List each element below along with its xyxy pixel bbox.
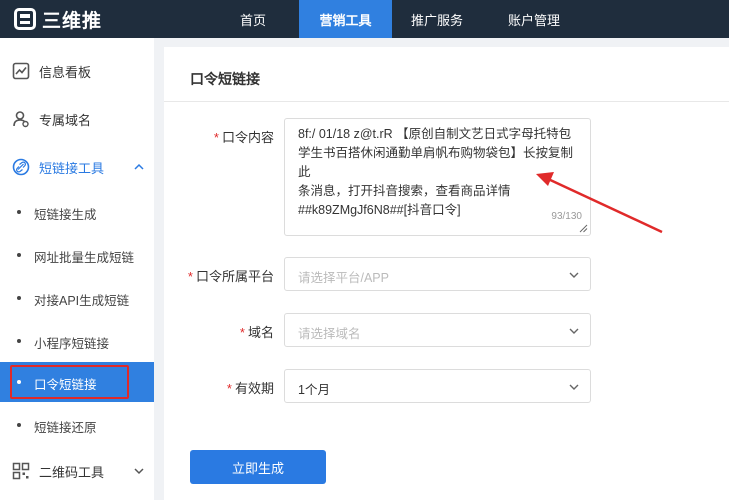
user-badge-icon — [13, 111, 29, 128]
platform-select[interactable]: 请选择平台/APP — [284, 257, 591, 291]
sidebar-item-label: 短链接工具 — [39, 160, 105, 176]
chevron-up-icon — [134, 163, 144, 170]
app-logo[interactable]: 三维推 — [14, 4, 102, 34]
nav-promotion-services[interactable]: 推广服务 — [392, 0, 482, 38]
sidebar-subitem-command-link[interactable]: 口令短链接 — [0, 362, 154, 402]
sidebar-item-dashboard[interactable]: 信息看板 — [0, 51, 154, 91]
sidebar-subitem-label: 短链接生成 — [34, 208, 97, 222]
bullet-icon — [17, 423, 21, 427]
top-navbar: 三维推 首页 营销工具 推广服务 账户管理 — [0, 0, 729, 38]
sidebar-subitem-batch-generate[interactable]: 网址批量生成短链 — [0, 235, 154, 275]
sidebar-item-label: 二维码工具 — [39, 464, 105, 480]
bullet-icon — [17, 339, 21, 343]
chevron-down-icon — [569, 384, 579, 390]
platform-select-placeholder: 请选择平台/APP — [298, 271, 389, 285]
nav-account-management[interactable]: 账户管理 — [490, 0, 578, 38]
chevron-down-icon — [134, 468, 144, 475]
chart-icon — [12, 62, 30, 80]
logo-icon — [14, 8, 36, 30]
bullet-icon — [17, 296, 21, 300]
domain-select-placeholder: 请选择域名 — [298, 327, 361, 341]
sidebar-subitem-label: 小程序短链接 — [34, 337, 110, 351]
link-icon — [12, 158, 30, 176]
chevron-down-icon — [569, 272, 579, 278]
qrcode-icon — [12, 462, 30, 480]
content-label: * 口令内容 — [213, 130, 274, 145]
domain-select[interactable]: 请选择域名 — [284, 313, 591, 347]
page-title: 口令短链接 — [190, 71, 260, 87]
sidebar-item-qrcode-tools[interactable]: 二维码工具 — [0, 451, 154, 491]
nav-home[interactable]: 首页 — [218, 0, 288, 38]
validity-select-value: 1个月 — [298, 383, 330, 397]
sidebar-subitem-miniprogram-link[interactable]: 小程序短链接 — [0, 321, 154, 361]
sidebar: 信息看板 专属域名 短链接工具 短链接生成 网址批量生成短链 对接API生成短链… — [0, 38, 154, 500]
chevron-down-icon — [569, 328, 579, 334]
validity-select[interactable]: 1个月 — [284, 369, 591, 403]
domain-label: * 域名 — [239, 325, 274, 340]
sidebar-item-custom-domain[interactable]: 专属域名 — [0, 99, 154, 139]
sidebar-subitem-label: 短链接还原 — [34, 421, 97, 435]
sidebar-item-label: 信息看板 — [39, 64, 92, 80]
divider — [164, 101, 729, 102]
validity-label: * 有效期 — [226, 381, 274, 396]
annotation-highlight-box — [10, 365, 129, 399]
annotation-arrow-icon — [536, 172, 663, 234]
sidebar-subitem-label: 对接API生成短链 — [34, 294, 130, 308]
sidebar-subitem-label: 网址批量生成短链 — [34, 251, 135, 265]
sidebar-item-short-link-tools[interactable]: 短链接工具 — [0, 147, 154, 187]
nav-marketing-tools[interactable]: 营销工具 — [299, 0, 392, 38]
generate-button[interactable]: 立即生成 — [190, 450, 326, 484]
app-name: 三维推 — [42, 10, 103, 32]
sidebar-item-label: 专属域名 — [39, 112, 92, 128]
sidebar-subitem-short-link-generate[interactable]: 短链接生成 — [0, 192, 154, 232]
bullet-icon — [17, 210, 21, 214]
sidebar-subitem-api-generate[interactable]: 对接API生成短链 — [0, 278, 154, 318]
platform-label: * 口令所属平台 — [187, 269, 274, 284]
content-line: 8f:/ 01/18 z@t.rR 【原创自制文艺日式字母托特包 — [298, 127, 572, 141]
bullet-icon — [17, 253, 21, 257]
sidebar-subitem-link-restore[interactable]: 短链接还原 — [0, 405, 154, 445]
